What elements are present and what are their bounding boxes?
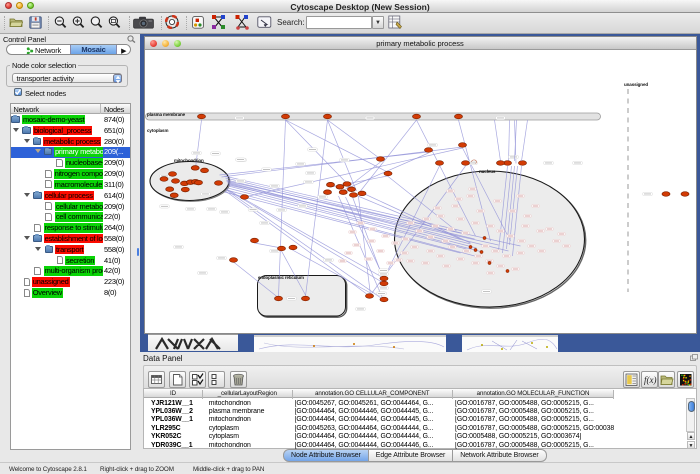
svg-text:f(x): f(x) [644, 375, 657, 385]
